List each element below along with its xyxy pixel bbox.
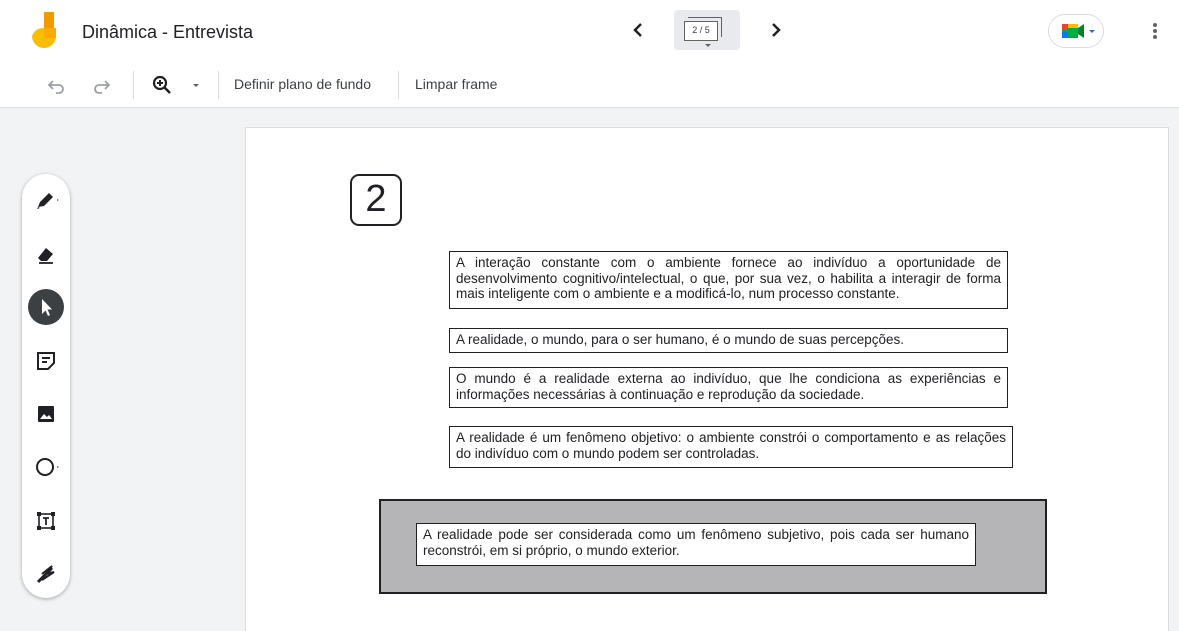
text-card[interactable]: O mundo é a realidade externa ao indivíd… [449, 367, 1008, 408]
text-card[interactable]: A realidade pode ser considerada como um… [416, 523, 976, 566]
next-frame-button[interactable] [766, 18, 786, 42]
text-card[interactable]: A interação constante com o ambiente for… [449, 251, 1008, 309]
select-tool[interactable] [28, 289, 64, 325]
frame-number-label[interactable]: 2 [350, 174, 402, 226]
undo-button[interactable] [44, 73, 68, 97]
text-card[interactable]: A realidade é um fenômeno objetivo: o am… [449, 426, 1013, 468]
pen-tool[interactable] [28, 182, 64, 218]
toolbar-divider [133, 71, 134, 99]
shape-tool[interactable] [28, 449, 64, 485]
toolbar: Definir plano de fundo Limpar frame [0, 62, 1179, 108]
toolbar-divider [218, 71, 219, 99]
set-background-button[interactable]: Definir plano de fundo [234, 76, 371, 92]
cursor-arrow-icon [42, 299, 52, 316]
caret-down-icon [705, 44, 711, 47]
redo-icon [94, 80, 111, 94]
frame-indicator: 2 / 5 [684, 21, 718, 41]
redo-button[interactable] [90, 73, 114, 97]
more-options-button[interactable] [1146, 18, 1164, 44]
undo-icon [47, 80, 64, 94]
text-box-tool[interactable] [28, 503, 64, 539]
laser-tool[interactable] [28, 556, 64, 592]
zoom-in-icon [152, 75, 171, 94]
toolbar-divider [398, 71, 399, 99]
laser-pointer-icon [36, 565, 55, 584]
pen-icon [37, 193, 59, 209]
document-title[interactable]: Dinâmica - Entrevista [82, 22, 253, 43]
frame-bar-toggle[interactable]: 2 / 5 [674, 10, 740, 50]
app-header: Dinâmica - Entrevista 2 / 5 [0, 0, 1179, 62]
clear-frame-button[interactable]: Limpar frame [415, 76, 497, 92]
text-card[interactable]: A realidade, o mundo, para o ser humano,… [449, 328, 1008, 353]
gray-panel[interactable]: A realidade pode ser considerada como um… [379, 499, 1047, 594]
jam-canvas[interactable]: 2 A interação constante com o ambiente f… [245, 127, 1169, 631]
meet-button[interactable] [1048, 14, 1104, 48]
tool-palette [22, 174, 70, 598]
chevron-right-icon [772, 23, 781, 37]
image-tool[interactable] [28, 396, 64, 432]
meet-icon [1062, 24, 1095, 38]
zoom-button[interactable] [150, 73, 200, 97]
chevron-left-icon [633, 23, 642, 37]
circle-icon [36, 458, 59, 476]
text-box-icon [37, 512, 55, 530]
sticky-note-tool[interactable] [28, 343, 64, 379]
caret-down-icon [193, 84, 199, 87]
previous-frame-button[interactable] [628, 18, 648, 42]
jamboard-logo [30, 12, 64, 52]
image-icon [38, 406, 54, 422]
sticky-note-icon [37, 352, 55, 370]
more-vert-icon [1153, 23, 1157, 39]
eraser-icon [38, 248, 53, 264]
eraser-tool[interactable] [28, 236, 64, 272]
